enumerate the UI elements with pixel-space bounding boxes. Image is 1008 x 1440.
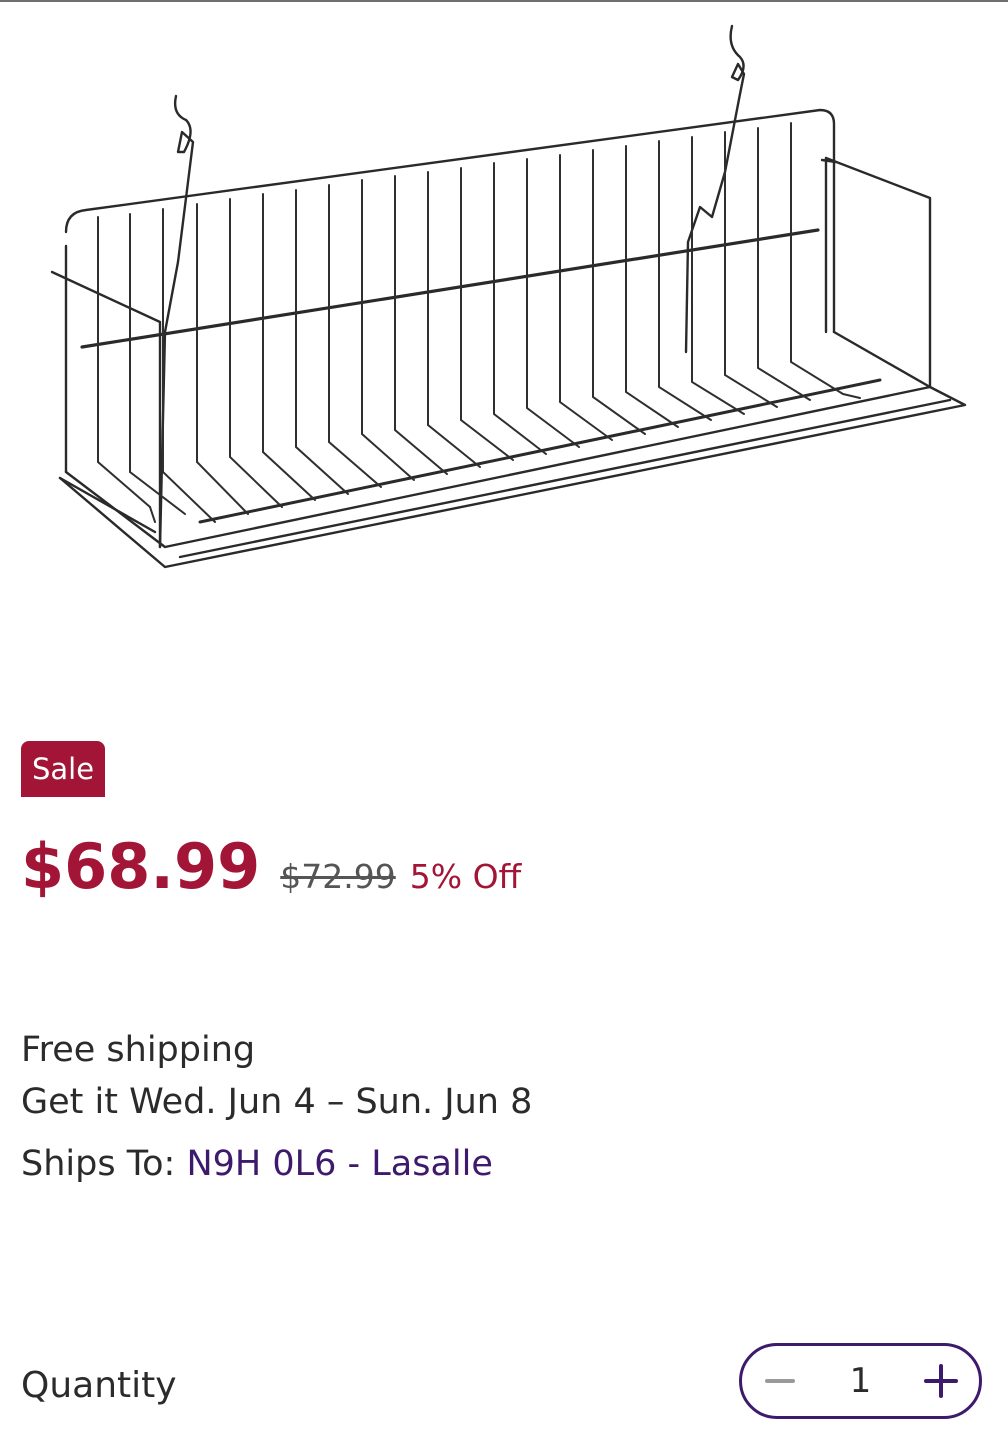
plus-icon: [924, 1364, 958, 1398]
ships-to-row: Ships To: N9H 0L6 - Lasalle: [21, 1138, 532, 1190]
shipping-info: Free shipping Get it Wed. Jun 4 – Sun. J…: [21, 1024, 532, 1190]
ships-to-label: Ships To:: [21, 1144, 187, 1184]
sale-badge: Sale: [21, 741, 106, 797]
ships-to-location-link[interactable]: N9H 0L6 - Lasalle: [186, 1144, 492, 1184]
minus-icon: [765, 1379, 795, 1383]
quantity-value[interactable]: 1: [804, 1361, 917, 1401]
quantity-stepper: 1: [739, 1343, 982, 1419]
quantity-label: Quantity: [21, 1365, 177, 1406]
free-shipping-label: Free shipping: [21, 1030, 256, 1070]
price-row: $68.99 $72.99 5% Off: [21, 830, 521, 910]
current-price: $68.99: [21, 830, 261, 903]
product-page: Sale $68.99 $72.99 5% Off Free shipping …: [0, 0, 1008, 1440]
original-price: $72.99: [280, 857, 396, 896]
increment-button[interactable]: [917, 1357, 965, 1405]
decrement-button[interactable]: [756, 1357, 804, 1405]
product-image[interactable]: [0, 2, 1008, 642]
discount-label: 5% Off: [409, 857, 522, 896]
delivery-estimate: Get it Wed. Jun 4 – Sun. Jun 8: [21, 1082, 533, 1122]
